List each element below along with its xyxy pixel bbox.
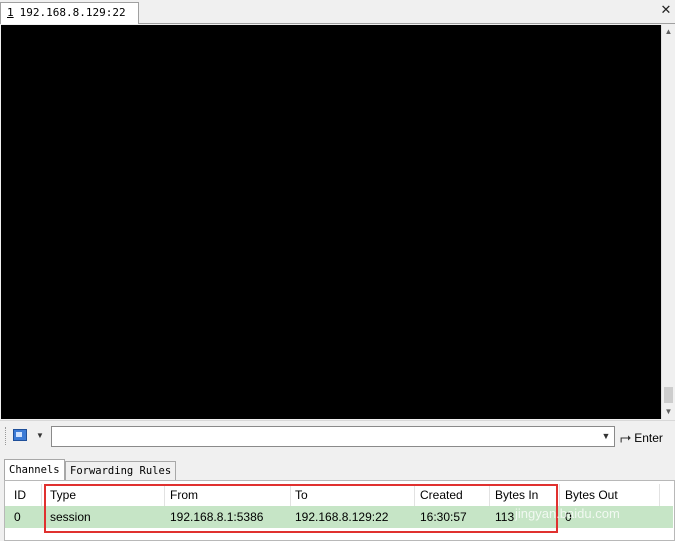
terminal-area[interactable]: [1, 25, 661, 419]
column-header-bytes-in[interactable]: Bytes In: [490, 484, 560, 506]
command-input[interactable]: [51, 426, 615, 447]
session-tab-number: 1: [7, 6, 14, 19]
command-bar: ▼ ▼ ⮣ Enter: [0, 420, 675, 452]
scrollbar-thumb[interactable]: [664, 387, 673, 403]
session-tab[interactable]: 1 192.168.8.129:22: [0, 2, 139, 24]
table-header: ID Type From To Created Bytes In Bytes O…: [5, 484, 673, 506]
bottom-pane-tabs: Channels Forwarding Rules: [0, 458, 675, 480]
cell-bytes-out: 0: [565, 510, 572, 524]
command-history-dropdown-icon[interactable]: ▼: [598, 427, 614, 446]
column-header-bytes-out[interactable]: Bytes Out: [560, 484, 660, 506]
cell-to: 192.168.8.129:22: [295, 510, 389, 524]
cell-type: session: [50, 510, 91, 524]
enter-label: Enter: [634, 431, 663, 445]
tab-forwarding-rules[interactable]: Forwarding Rules: [65, 461, 177, 480]
cell-from: 192.168.8.1:5386: [170, 510, 264, 524]
cell-id: 0: [14, 510, 21, 524]
close-tab-icon[interactable]: ✕: [659, 3, 673, 17]
column-header-type[interactable]: Type: [45, 484, 165, 506]
enter-button[interactable]: ⮣ Enter: [620, 428, 674, 446]
scroll-up-icon[interactable]: ▲: [662, 25, 675, 39]
channels-table: ID Type From To Created Bytes In Bytes O…: [4, 480, 675, 541]
cell-bytes-in: 113: [495, 510, 515, 524]
terminal-send-icon: [13, 429, 27, 441]
enter-arrow-icon: ⮣: [620, 429, 632, 445]
table-row[interactable]: 0 session 192.168.8.1:5386 192.168.8.129…: [5, 506, 673, 528]
column-header-to[interactable]: To: [290, 484, 415, 506]
session-tab-strip: 1 192.168.8.129:22 ✕: [0, 0, 675, 24]
terminal-scrollbar[interactable]: ▲ ▼: [661, 25, 675, 419]
send-target-button[interactable]: ▼: [12, 428, 46, 446]
chevron-down-icon: ▼: [36, 431, 44, 440]
toolbar-grip[interactable]: [5, 427, 8, 445]
column-header-from[interactable]: From: [165, 484, 291, 506]
cell-created: 16:30:57: [420, 510, 467, 524]
column-header-id[interactable]: ID: [9, 484, 42, 506]
session-tab-title: 192.168.8.129:22: [19, 6, 126, 19]
tab-channels[interactable]: Channels: [4, 459, 65, 480]
scroll-down-icon[interactable]: ▼: [662, 405, 675, 419]
column-header-created[interactable]: Created: [415, 484, 490, 506]
